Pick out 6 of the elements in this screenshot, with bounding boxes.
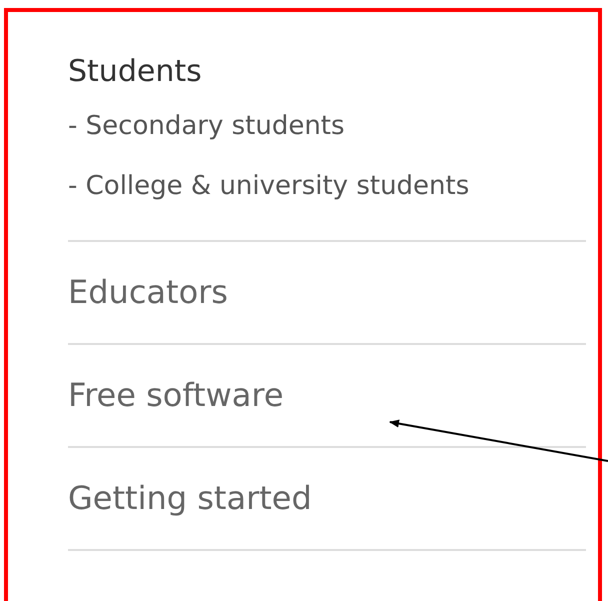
- menu-link[interactable]: Educators: [68, 242, 586, 345]
- menu-link[interactable]: Free software: [68, 345, 586, 448]
- subitem-link[interactable]: - Secondary students: [68, 96, 586, 156]
- section-heading: Students: [68, 53, 203, 91]
- menu-link[interactable]: Getting started: [68, 448, 586, 551]
- subitem-link[interactable]: - College & university students: [68, 156, 586, 216]
